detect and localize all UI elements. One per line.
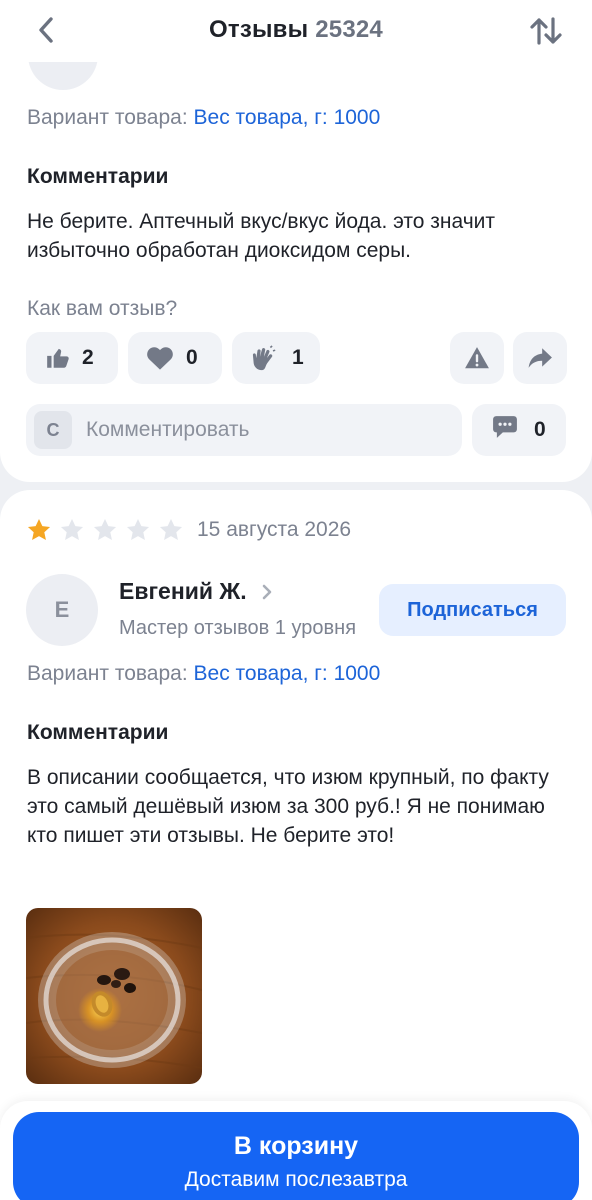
comment-input[interactable]: С Комментировать	[26, 404, 462, 456]
product-variant: Вариант товара: Вес товара, г: 1000	[27, 662, 380, 686]
review-text: Не берите. Аптечный вкус/вкус йода. это …	[27, 210, 496, 262]
avatar[interactable]: Е	[26, 574, 98, 646]
variant-label: Вариант товара:	[27, 662, 188, 685]
sort-icon	[530, 17, 562, 45]
review-date: 15 августа 2026	[197, 518, 352, 541]
top-bar: Отзывы 25324	[0, 0, 592, 62]
report-button[interactable]	[450, 332, 504, 384]
share-button[interactable]	[513, 332, 567, 384]
heart-icon	[146, 344, 174, 372]
add-to-cart-label: В корзину	[233, 1132, 359, 1160]
heart-button[interactable]: 0	[128, 332, 222, 384]
comment-bubble-icon	[492, 415, 518, 445]
review-card-1: Вариант товара: Вес товара, г: 1000 Комм…	[0, 0, 592, 482]
review-text: В описании сообщается, что изюм крупный,…	[27, 766, 549, 847]
variant-value[interactable]: Вес товара, г: 1000	[194, 662, 381, 685]
product-variant: Вариант товара: Вес товара, г: 1000	[27, 106, 380, 130]
comment-placeholder: Комментировать	[86, 418, 250, 441]
subscribe-button[interactable]: Подписаться	[379, 584, 566, 636]
like-count: 2	[82, 346, 94, 369]
warning-icon	[463, 344, 491, 372]
sort-button[interactable]	[526, 12, 566, 50]
like-button[interactable]: 2	[26, 332, 118, 384]
page-title-text: Отзывы	[209, 16, 309, 43]
comments-title: Комментарии	[27, 721, 169, 744]
author-level: Мастер отзывов 1 уровня	[119, 617, 357, 639]
clap-icon	[250, 344, 278, 372]
author-name[interactable]: Евгений Ж.	[119, 578, 273, 605]
comments-count: 0	[534, 418, 546, 441]
page-title: Отзывы 25324	[0, 16, 592, 44]
delivery-info: Доставим послезавтра	[184, 1168, 408, 1191]
variant-label: Вариант товара:	[27, 106, 188, 129]
review-photo[interactable]	[26, 908, 202, 1084]
rate-question: Как вам отзыв?	[27, 297, 178, 320]
star-icon	[27, 518, 51, 540]
rating-stars	[26, 517, 184, 543]
heart-count: 0	[186, 346, 198, 369]
thumbs-up-icon	[44, 344, 72, 372]
add-to-cart-button[interactable]: В корзину Доставим послезавтра	[13, 1112, 579, 1200]
clap-count: 1	[292, 346, 304, 369]
star-icon	[93, 518, 117, 540]
variant-value[interactable]: Вес товара, г: 1000	[194, 106, 381, 129]
star-icon	[126, 518, 150, 540]
star-icon	[60, 518, 84, 540]
user-avatar: С	[34, 411, 72, 449]
share-icon	[526, 344, 554, 372]
reviews-count: 25324	[315, 16, 383, 43]
comments-title: Комментарии	[27, 165, 169, 188]
author-name-text: Евгений Ж.	[119, 578, 247, 604]
comments-count-button[interactable]: 0	[472, 404, 566, 456]
star-icon	[159, 518, 183, 540]
clap-button[interactable]: 1	[232, 332, 320, 384]
chevron-right-icon	[262, 584, 271, 599]
